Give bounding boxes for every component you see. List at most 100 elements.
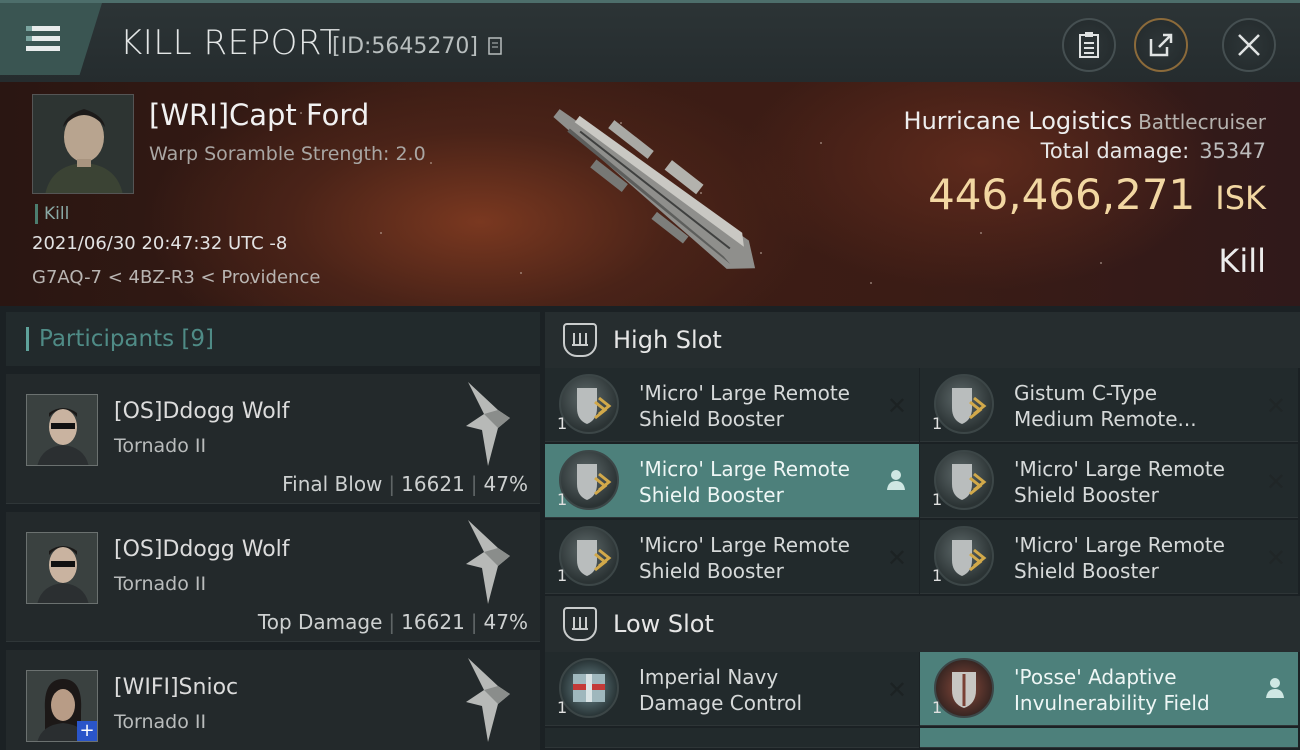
damage-control-icon	[559, 658, 619, 718]
total-damage-label: Total damage:	[1040, 139, 1190, 163]
shield-booster-icon	[934, 374, 994, 434]
high-slot-header: High Slot	[545, 312, 1300, 368]
participant-ship: Tornado II	[114, 435, 207, 457]
module-qty: 1	[932, 414, 943, 433]
module-item[interactable]: 1 Gistum C-Type Medium Remote... ✕	[920, 368, 1298, 442]
close-x-icon: ✕	[1265, 544, 1286, 572]
module-item[interactable]: 1 'Micro' Large Remote Shield Booster	[545, 444, 919, 518]
result-label: Kill	[1218, 242, 1266, 280]
module-item[interactable]: 1 Imperial Navy Damage Control ✕	[545, 652, 919, 726]
participant-tag: Top Damage	[257, 610, 383, 634]
participant-name: [OS]Ddogg Wolf	[114, 399, 290, 424]
ship-icon	[466, 658, 510, 742]
module-qty: 1	[557, 490, 568, 509]
shield-booster-icon	[559, 526, 619, 586]
participant-percent: 47%	[483, 472, 528, 496]
module-item[interactable]	[920, 728, 1298, 748]
participant-stats: Top Damage | 16621 | 47%	[257, 610, 528, 634]
module-item[interactable]: 1 'Micro' Large Remote Shield Booster ✕	[545, 520, 919, 594]
close-x-icon: ✕	[1265, 392, 1286, 420]
participant-row[interactable]: [OS]Ddogg Wolf Tornado II Final Blow | 166…	[6, 374, 540, 504]
module-name: 'Micro' Large Remote Shield Booster	[639, 381, 850, 431]
kill-location[interactable]: G7AQ-7 < 4BZ-R3 < Providence	[32, 267, 320, 288]
clipboard-icon	[1079, 32, 1099, 58]
module-qty: 1	[557, 698, 568, 717]
page-title: KILL REPORT	[120, 23, 341, 63]
participant-row[interactable]: + [WIFI]Snioc Tornado II	[6, 650, 540, 750]
close-x-icon: ✕	[1265, 468, 1286, 496]
result-tag: Kill	[35, 204, 69, 224]
low-slot-modules: 1 Imperial Navy Damage Control ✕ 1 'Posse…	[545, 652, 1300, 750]
participant-tag: Final Blow	[282, 472, 383, 496]
participant-stats: Final Blow | 16621 | 47%	[282, 472, 528, 496]
ship-name[interactable]: Hurricane Logistics Battlecruiser	[904, 107, 1266, 135]
module-item[interactable]: 1 'Posse' Adaptive Invulnerability Field	[920, 652, 1298, 726]
participant-percent: 47%	[483, 610, 528, 634]
invulnerability-field-icon	[934, 658, 994, 718]
ship-class: Battlecruiser	[1138, 110, 1266, 134]
avatar[interactable]	[26, 394, 98, 466]
module-name: 'Micro' Large Remote Shield Booster	[1014, 457, 1225, 507]
participants-header[interactable]: Participants [9]	[6, 312, 540, 366]
participant-name: [OS]Ddogg Wolf	[114, 537, 290, 562]
module-name: 'Micro' Large Remote Shield Booster	[639, 457, 850, 507]
clipboard-button[interactable]	[1062, 18, 1116, 72]
shield-booster-icon	[934, 450, 994, 510]
module-qty: 1	[557, 566, 568, 585]
ship-name-text: Hurricane Logistics	[903, 107, 1133, 135]
menu-icon	[26, 26, 60, 51]
participant-damage: 16621	[401, 472, 465, 496]
avatar[interactable]	[26, 532, 98, 604]
participants-panel: Participants [9] [OS]Ddogg Wolf Tornado …	[6, 312, 540, 750]
shield-booster-icon	[559, 450, 619, 510]
copy-icon[interactable]	[488, 37, 504, 61]
participants-label: Participants	[39, 326, 175, 352]
close-x-icon: ✕	[886, 676, 907, 704]
total-damage-value: 35347	[1199, 139, 1266, 163]
shield-booster-icon	[934, 526, 994, 586]
low-slot-header: Low Slot	[545, 596, 1300, 652]
module-name: Gistum C-Type Medium Remote...	[1014, 381, 1197, 431]
module-item[interactable]	[545, 728, 919, 748]
menu-button[interactable]	[0, 3, 102, 75]
module-item[interactable]: 1 'Micro' Large Remote Shield Booster ✕	[920, 444, 1298, 518]
victim-name[interactable]: [WRI]Capt Ford	[149, 98, 369, 132]
close-icon	[1238, 34, 1260, 56]
isk-amount: 446,466,271	[928, 170, 1196, 219]
participant-name: [WIFI]Snioc	[114, 675, 239, 700]
module-name: 'Micro' Large Remote Shield Booster	[639, 533, 850, 583]
participants-count: [9]	[181, 326, 215, 352]
slot-icon	[563, 607, 597, 641]
kill-timestamp: 2021/06/30 20:47:32 UTC -8	[32, 233, 288, 254]
module-item[interactable]: 1 'Micro' Large Remote Shield Booster ✕	[545, 368, 919, 442]
low-slot-label: Low Slot	[613, 610, 714, 638]
module-qty: 1	[932, 698, 943, 717]
person-icon	[887, 470, 905, 490]
module-qty: 1	[557, 414, 568, 433]
close-x-icon: ✕	[886, 544, 907, 572]
participant-ship: Tornado II	[114, 573, 207, 595]
share-icon	[1149, 33, 1173, 57]
header-accent-bar	[26, 327, 29, 351]
share-button[interactable]	[1134, 18, 1188, 72]
ship-image	[553, 109, 756, 269]
ship-icon	[466, 382, 510, 466]
participant-ship: Tornado II	[114, 711, 207, 733]
module-item[interactable]: 1 'Micro' Large Remote Shield Booster ✕	[920, 520, 1298, 594]
kill-report-screen: KILL REPORT [ID:5645270] [WRI]Capt Ford …	[0, 0, 1300, 750]
fitting-panel: High Slot 1 'Micro' Large Remote Shield B…	[545, 312, 1300, 750]
victim-subtitle: Warp Soramble Strength: 2.0	[149, 143, 426, 165]
shield-booster-icon	[559, 374, 619, 434]
plus-badge: +	[77, 721, 97, 741]
participant-row[interactable]: [OS]Ddogg Wolf Tornado II Top Damage | 166…	[6, 512, 540, 642]
close-button[interactable]	[1222, 18, 1276, 72]
module-qty: 1	[932, 566, 943, 585]
avatar[interactable]: +	[26, 670, 98, 742]
report-id: [ID:5645270]	[332, 34, 478, 59]
victim-portrait[interactable]	[32, 94, 134, 194]
total-damage: Total damage: 35347	[1041, 139, 1266, 163]
high-slot-modules: 1 'Micro' Large Remote Shield Booster ✕ 1…	[545, 368, 1300, 596]
module-name: 'Micro' Large Remote Shield Booster	[1014, 533, 1225, 583]
high-slot-label: High Slot	[613, 326, 722, 354]
module-name: 'Posse' Adaptive Invulnerability Field	[1014, 665, 1210, 715]
